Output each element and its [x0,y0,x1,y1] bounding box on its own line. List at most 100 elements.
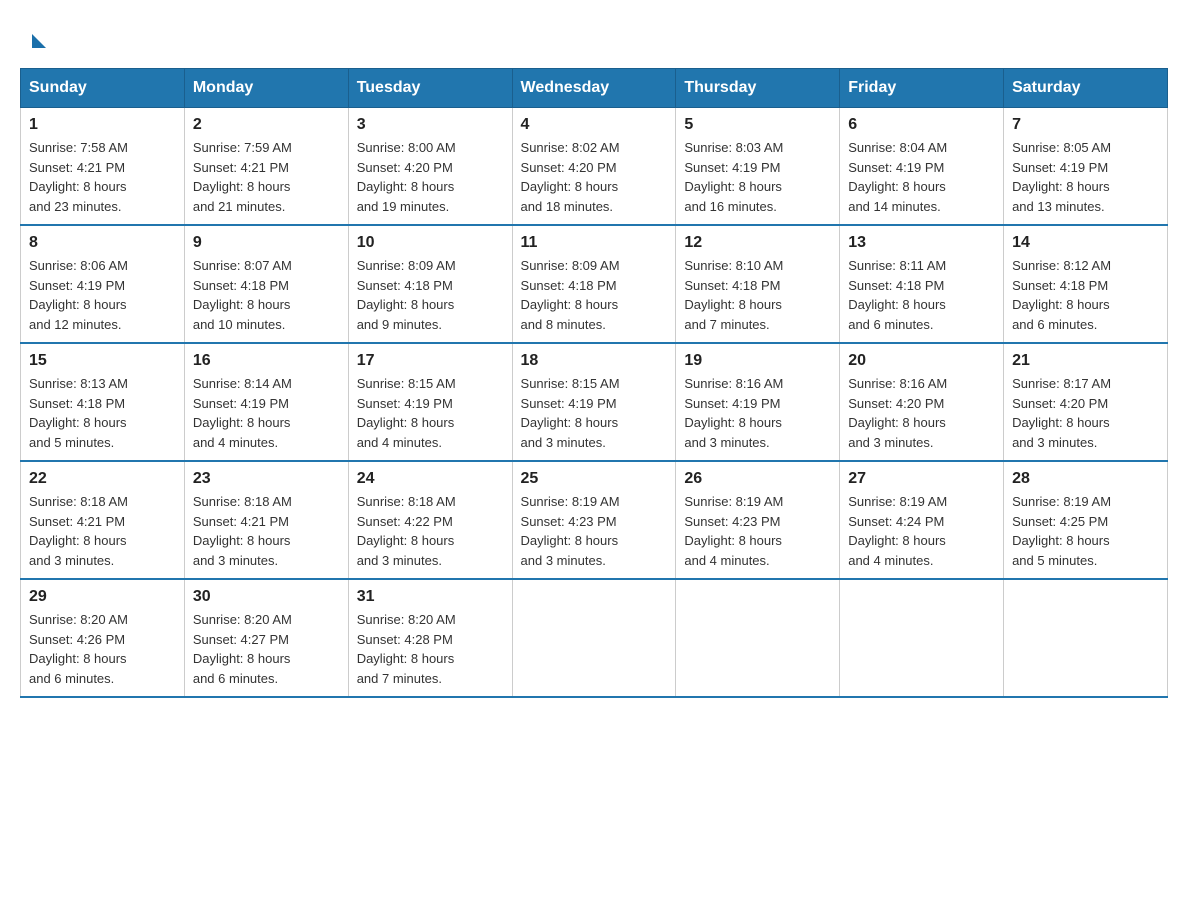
day-info: Sunrise: 8:09 AM Sunset: 4:18 PM Dayligh… [357,256,504,334]
day-info: Sunrise: 8:20 AM Sunset: 4:27 PM Dayligh… [193,610,340,688]
day-number: 30 [193,588,340,606]
day-number: 18 [521,352,668,370]
day-info: Sunrise: 8:18 AM Sunset: 4:21 PM Dayligh… [29,492,176,570]
day-cell: 31 Sunrise: 8:20 AM Sunset: 4:28 PM Dayl… [348,579,512,697]
day-cell [512,579,676,697]
day-cell [840,579,1004,697]
day-cell: 29 Sunrise: 8:20 AM Sunset: 4:26 PM Dayl… [21,579,185,697]
day-cell: 5 Sunrise: 8:03 AM Sunset: 4:19 PM Dayli… [676,108,840,226]
day-cell: 1 Sunrise: 7:58 AM Sunset: 4:21 PM Dayli… [21,108,185,226]
day-number: 13 [848,234,995,252]
day-cell: 26 Sunrise: 8:19 AM Sunset: 4:23 PM Dayl… [676,461,840,579]
day-info: Sunrise: 8:20 AM Sunset: 4:28 PM Dayligh… [357,610,504,688]
day-number: 2 [193,116,340,134]
day-number: 8 [29,234,176,252]
day-info: Sunrise: 8:14 AM Sunset: 4:19 PM Dayligh… [193,374,340,452]
header-cell-wednesday: Wednesday [512,69,676,108]
day-number: 19 [684,352,831,370]
day-number: 10 [357,234,504,252]
calendar-header: SundayMondayTuesdayWednesdayThursdayFrid… [21,69,1168,108]
day-number: 15 [29,352,176,370]
day-cell: 4 Sunrise: 8:02 AM Sunset: 4:20 PM Dayli… [512,108,676,226]
day-info: Sunrise: 8:13 AM Sunset: 4:18 PM Dayligh… [29,374,176,452]
day-info: Sunrise: 8:11 AM Sunset: 4:18 PM Dayligh… [848,256,995,334]
day-number: 16 [193,352,340,370]
logo-arrow-icon [32,34,46,48]
day-number: 4 [521,116,668,134]
day-number: 14 [1012,234,1159,252]
day-number: 9 [193,234,340,252]
day-number: 12 [684,234,831,252]
logo [30,30,46,48]
day-cell: 6 Sunrise: 8:04 AM Sunset: 4:19 PM Dayli… [840,108,1004,226]
header-row: SundayMondayTuesdayWednesdayThursdayFrid… [21,69,1168,108]
day-info: Sunrise: 8:19 AM Sunset: 4:23 PM Dayligh… [521,492,668,570]
day-number: 5 [684,116,831,134]
day-info: Sunrise: 8:20 AM Sunset: 4:26 PM Dayligh… [29,610,176,688]
day-number: 29 [29,588,176,606]
day-cell: 18 Sunrise: 8:15 AM Sunset: 4:19 PM Dayl… [512,343,676,461]
day-cell: 13 Sunrise: 8:11 AM Sunset: 4:18 PM Dayl… [840,225,1004,343]
day-info: Sunrise: 8:16 AM Sunset: 4:19 PM Dayligh… [684,374,831,452]
day-number: 27 [848,470,995,488]
day-cell: 12 Sunrise: 8:10 AM Sunset: 4:18 PM Dayl… [676,225,840,343]
day-cell: 15 Sunrise: 8:13 AM Sunset: 4:18 PM Dayl… [21,343,185,461]
day-info: Sunrise: 8:09 AM Sunset: 4:18 PM Dayligh… [521,256,668,334]
day-cell: 22 Sunrise: 8:18 AM Sunset: 4:21 PM Dayl… [21,461,185,579]
day-info: Sunrise: 8:05 AM Sunset: 4:19 PM Dayligh… [1012,138,1159,216]
header-cell-monday: Monday [184,69,348,108]
page-header [20,20,1168,48]
calendar-body: 1 Sunrise: 7:58 AM Sunset: 4:21 PM Dayli… [21,108,1168,698]
day-cell [676,579,840,697]
day-info: Sunrise: 8:12 AM Sunset: 4:18 PM Dayligh… [1012,256,1159,334]
day-cell: 17 Sunrise: 8:15 AM Sunset: 4:19 PM Dayl… [348,343,512,461]
day-cell: 20 Sunrise: 8:16 AM Sunset: 4:20 PM Dayl… [840,343,1004,461]
day-info: Sunrise: 8:10 AM Sunset: 4:18 PM Dayligh… [684,256,831,334]
day-number: 1 [29,116,176,134]
day-number: 6 [848,116,995,134]
day-number: 20 [848,352,995,370]
header-cell-thursday: Thursday [676,69,840,108]
day-cell: 11 Sunrise: 8:09 AM Sunset: 4:18 PM Dayl… [512,225,676,343]
day-info: Sunrise: 8:16 AM Sunset: 4:20 PM Dayligh… [848,374,995,452]
day-info: Sunrise: 8:15 AM Sunset: 4:19 PM Dayligh… [357,374,504,452]
day-info: Sunrise: 8:15 AM Sunset: 4:19 PM Dayligh… [521,374,668,452]
day-cell: 16 Sunrise: 8:14 AM Sunset: 4:19 PM Dayl… [184,343,348,461]
day-info: Sunrise: 8:06 AM Sunset: 4:19 PM Dayligh… [29,256,176,334]
day-cell: 28 Sunrise: 8:19 AM Sunset: 4:25 PM Dayl… [1004,461,1168,579]
week-row-1: 1 Sunrise: 7:58 AM Sunset: 4:21 PM Dayli… [21,108,1168,226]
day-info: Sunrise: 7:58 AM Sunset: 4:21 PM Dayligh… [29,138,176,216]
week-row-4: 22 Sunrise: 8:18 AM Sunset: 4:21 PM Dayl… [21,461,1168,579]
day-info: Sunrise: 8:18 AM Sunset: 4:21 PM Dayligh… [193,492,340,570]
day-info: Sunrise: 7:59 AM Sunset: 4:21 PM Dayligh… [193,138,340,216]
day-cell: 30 Sunrise: 8:20 AM Sunset: 4:27 PM Dayl… [184,579,348,697]
day-number: 28 [1012,470,1159,488]
day-number: 7 [1012,116,1159,134]
week-row-3: 15 Sunrise: 8:13 AM Sunset: 4:18 PM Dayl… [21,343,1168,461]
day-number: 25 [521,470,668,488]
calendar-table: SundayMondayTuesdayWednesdayThursdayFrid… [20,68,1168,698]
day-info: Sunrise: 8:19 AM Sunset: 4:23 PM Dayligh… [684,492,831,570]
header-cell-saturday: Saturday [1004,69,1168,108]
day-cell: 14 Sunrise: 8:12 AM Sunset: 4:18 PM Dayl… [1004,225,1168,343]
day-info: Sunrise: 8:07 AM Sunset: 4:18 PM Dayligh… [193,256,340,334]
day-number: 26 [684,470,831,488]
day-cell: 21 Sunrise: 8:17 AM Sunset: 4:20 PM Dayl… [1004,343,1168,461]
day-number: 21 [1012,352,1159,370]
day-info: Sunrise: 8:19 AM Sunset: 4:24 PM Dayligh… [848,492,995,570]
day-cell: 9 Sunrise: 8:07 AM Sunset: 4:18 PM Dayli… [184,225,348,343]
day-cell: 2 Sunrise: 7:59 AM Sunset: 4:21 PM Dayli… [184,108,348,226]
header-cell-sunday: Sunday [21,69,185,108]
day-cell: 8 Sunrise: 8:06 AM Sunset: 4:19 PM Dayli… [21,225,185,343]
day-number: 17 [357,352,504,370]
day-cell: 10 Sunrise: 8:09 AM Sunset: 4:18 PM Dayl… [348,225,512,343]
day-info: Sunrise: 8:03 AM Sunset: 4:19 PM Dayligh… [684,138,831,216]
day-info: Sunrise: 8:18 AM Sunset: 4:22 PM Dayligh… [357,492,504,570]
day-cell: 7 Sunrise: 8:05 AM Sunset: 4:19 PM Dayli… [1004,108,1168,226]
day-info: Sunrise: 8:02 AM Sunset: 4:20 PM Dayligh… [521,138,668,216]
day-number: 22 [29,470,176,488]
header-cell-friday: Friday [840,69,1004,108]
day-cell: 24 Sunrise: 8:18 AM Sunset: 4:22 PM Dayl… [348,461,512,579]
day-cell [1004,579,1168,697]
header-cell-tuesday: Tuesday [348,69,512,108]
